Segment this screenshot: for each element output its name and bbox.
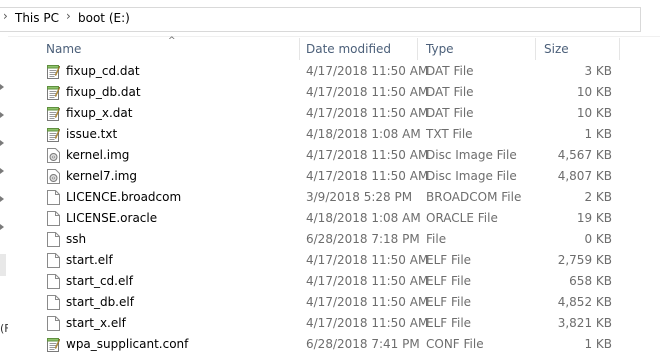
- address-bar[interactable]: › This PC › boot (E:): [0, 0, 660, 37]
- file-date-modified: 4/17/2018 11:50 AM: [306, 85, 429, 99]
- file-row[interactable]: start_cd.elf 4/17/2018 11:50 AM ELF File 65…: [0, 271, 660, 292]
- chevron-right-icon: ›: [3, 9, 8, 23]
- file-type: File: [426, 232, 447, 246]
- file-name: issue.txt: [66, 127, 118, 141]
- file-date-modified: 4/17/2018 11:50 AM: [306, 106, 429, 120]
- column-header: Name Date modified Type Size: [38, 38, 620, 60]
- dat-file-icon: [47, 64, 61, 79]
- file-type: ELF File: [426, 316, 472, 330]
- file-name: start_cd.elf: [66, 274, 133, 288]
- file-name: fixup_db.dat: [66, 85, 141, 99]
- file-row[interactable]: fixup_db.dat 4/17/2018 11:50 AM DAT File 10…: [0, 82, 660, 103]
- disc-image-icon: [47, 169, 60, 184]
- blank-file-icon: [47, 190, 60, 205]
- file-size: 1 KB: [584, 127, 612, 141]
- file-row[interactable]: LICENCE.broadcom 3/9/2018 5:28 PM BROADCOM…: [0, 187, 660, 208]
- file-row[interactable]: start_db.elf 4/17/2018 11:50 AM ELF File 4,…: [0, 292, 660, 313]
- blank-file-icon: [47, 253, 60, 268]
- file-date-modified: 6/28/2018 7:18 PM: [306, 232, 420, 246]
- column-type[interactable]: Type: [418, 38, 536, 60]
- file-type: ELF File: [426, 295, 472, 309]
- file-name: kernel.img: [66, 148, 130, 162]
- file-type: Disc Image File: [426, 148, 517, 162]
- file-size: 3,821 KB: [557, 316, 612, 330]
- file-row[interactable]: fixup_cd.dat 4/17/2018 11:50 AM DAT File 3 …: [0, 61, 660, 82]
- file-date-modified: 4/17/2018 11:50 AM: [306, 148, 429, 162]
- breadcrumb-boot-drive[interactable]: boot (E:): [78, 11, 130, 25]
- file-type: CONF File: [426, 337, 484, 351]
- file-row[interactable]: start.elf 4/17/2018 11:50 AM ELF File 2,759…: [0, 250, 660, 271]
- column-name[interactable]: Name: [38, 38, 300, 60]
- file-row[interactable]: kernel.img 4/17/2018 11:50 AM Disc Image F…: [0, 145, 660, 166]
- chevron-right-icon[interactable]: ›: [66, 9, 71, 23]
- conf-file-icon: [47, 337, 61, 352]
- file-date-modified: 4/17/2018 11:50 AM: [306, 295, 429, 309]
- file-name: kernel7.img: [66, 169, 138, 183]
- file-name: start_x.elf: [66, 316, 126, 330]
- dat-file-icon: [47, 85, 61, 100]
- file-date-modified: 4/17/2018 11:50 AM: [306, 316, 429, 330]
- file-date-modified: 4/17/2018 11:50 AM: [306, 253, 429, 267]
- column-divider[interactable]: [619, 38, 620, 60]
- file-type: DAT File: [426, 64, 474, 78]
- file-type: ORACLE File: [426, 211, 498, 225]
- file-type: BROADCOM File: [426, 190, 522, 204]
- file-size: 1 KB: [584, 337, 612, 351]
- file-type: DAT File: [426, 106, 474, 120]
- blank-file-icon: [47, 295, 60, 310]
- file-size: 2 KB: [584, 190, 612, 204]
- file-size: 3 KB: [584, 64, 612, 78]
- file-size: 19 KB: [576, 211, 612, 225]
- file-date-modified: 4/17/2018 11:50 AM: [306, 169, 429, 183]
- blank-file-icon: [47, 316, 60, 331]
- file-size: 4,852 KB: [557, 295, 612, 309]
- file-date-modified: 6/28/2018 7:41 PM: [306, 337, 420, 351]
- file-name: LICENCE.broadcom: [66, 190, 182, 204]
- file-name: LICENSE.oracle: [66, 211, 158, 225]
- file-size: 2,759 KB: [557, 253, 612, 267]
- file-size: 0 KB: [584, 232, 612, 246]
- file-type: Disc Image File: [426, 169, 517, 183]
- file-row[interactable]: fixup_x.dat 4/17/2018 11:50 AM DAT File 10 …: [0, 103, 660, 124]
- file-type: ELF File: [426, 274, 472, 288]
- file-name: start_db.elf: [66, 295, 134, 309]
- file-name: fixup_x.dat: [66, 106, 133, 120]
- file-date-modified: 4/18/2018 1:08 AM: [306, 211, 421, 225]
- file-name: ssh: [66, 232, 87, 246]
- file-row[interactable]: ssh 6/28/2018 7:18 PM File 0 KB: [0, 229, 660, 250]
- file-row[interactable]: LICENSE.oracle 4/18/2018 1:08 AM ORACLE Fi…: [0, 208, 660, 229]
- file-name: fixup_cd.dat: [66, 64, 140, 78]
- file-name: start.elf: [66, 253, 113, 267]
- file-size: 4,807 KB: [557, 169, 612, 183]
- blank-file-icon: [47, 232, 60, 247]
- file-date-modified: 3/9/2018 5:28 PM: [306, 190, 413, 204]
- column-size[interactable]: Size: [536, 38, 620, 60]
- disc-image-icon: [47, 148, 60, 163]
- file-date-modified: 4/17/2018 11:50 AM: [306, 274, 429, 288]
- file-row[interactable]: wpa_supplicant.conf 6/28/2018 7:41 PM CONF…: [0, 334, 660, 355]
- file-row[interactable]: kernel7.img 4/17/2018 11:50 AM Disc Image …: [0, 166, 660, 187]
- text-file-icon: [47, 127, 61, 142]
- file-name: wpa_supplicant.conf: [66, 337, 189, 351]
- file-type: TXT File: [426, 127, 473, 141]
- file-row[interactable]: start_x.elf 4/17/2018 11:50 AM ELF File 3,8…: [0, 313, 660, 334]
- column-date-modified[interactable]: Date modified: [298, 38, 418, 60]
- breadcrumb-this-pc[interactable]: This PC: [15, 11, 59, 25]
- file-row[interactable]: issue.txt 4/18/2018 1:08 AM TXT File 1 KB: [0, 124, 660, 145]
- file-size: 10 KB: [576, 106, 612, 120]
- file-size: 658 KB: [569, 274, 612, 288]
- file-size: 10 KB: [576, 85, 612, 99]
- file-date-modified: 4/17/2018 11:50 AM: [306, 64, 429, 78]
- blank-file-icon: [47, 211, 60, 226]
- file-size: 4,567 KB: [557, 148, 612, 162]
- file-date-modified: 4/18/2018 1:08 AM: [306, 127, 421, 141]
- file-type: DAT File: [426, 85, 474, 99]
- blank-file-icon: [47, 274, 60, 289]
- file-type: ELF File: [426, 253, 472, 267]
- dat-file-icon: [47, 106, 61, 121]
